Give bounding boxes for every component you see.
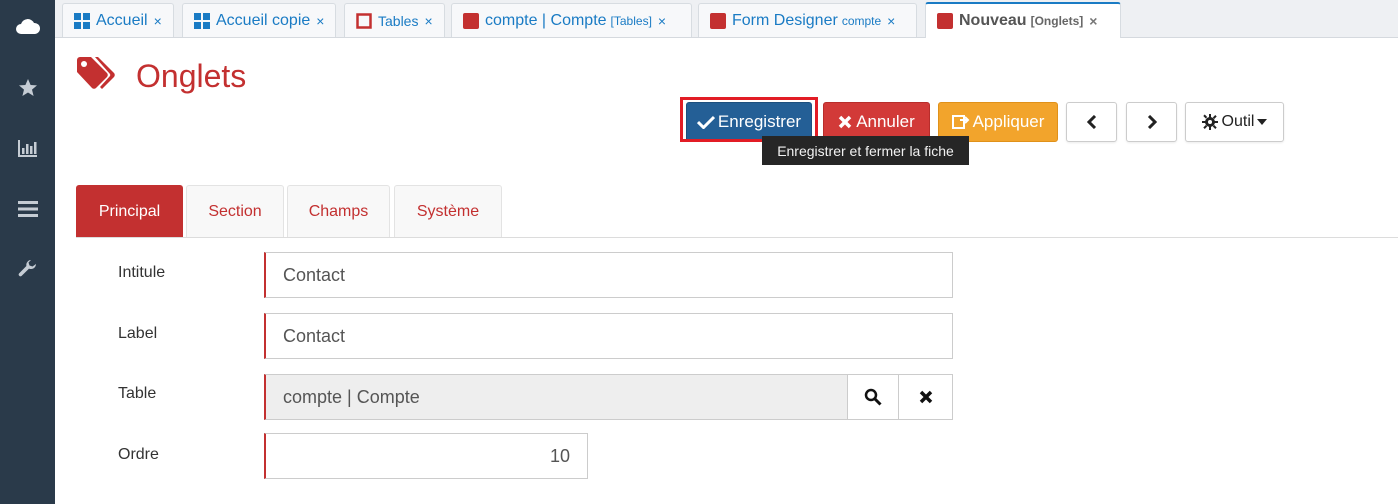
red-square-icon: [710, 12, 726, 29]
tabs-divider: [76, 237, 1398, 238]
tab-accueil-copie[interactable]: Accueil copie ×: [182, 3, 336, 37]
close-icon[interactable]: ×: [424, 13, 432, 29]
star-icon[interactable]: [8, 70, 48, 106]
tab-sublabel: [Tables]: [610, 13, 652, 28]
tab-accueil[interactable]: Accueil ×: [62, 3, 174, 37]
close-icon: [838, 115, 852, 129]
search-icon: [864, 388, 882, 406]
tab-nouveau[interactable]: Nouveau [Onglets] ×: [925, 2, 1121, 38]
cloud-icon[interactable]: [8, 8, 48, 44]
tab-systeme[interactable]: Système: [394, 185, 502, 238]
windows-grid-icon: [194, 12, 210, 29]
red-square-icon: [463, 12, 479, 29]
tool-button-label: Outil: [1221, 113, 1255, 130]
tab-sublabel: [Onglets]: [1030, 14, 1084, 28]
tool-dropdown-button[interactable]: Outil: [1185, 102, 1284, 142]
intitule-label: Intitule: [118, 264, 166, 281]
tab-label: Form Designer: [732, 11, 838, 29]
close-icon: [919, 390, 932, 404]
sidebar: [0, 0, 55, 504]
checkmark-icon: [696, 115, 715, 129]
close-icon[interactable]: ×: [1089, 13, 1097, 29]
table-field[interactable]: compte | Compte: [264, 374, 848, 420]
close-icon[interactable]: ×: [316, 13, 324, 29]
tab-label: Accueil copie: [216, 11, 311, 29]
previous-button[interactable]: [1066, 102, 1117, 142]
caret-down-icon: [1257, 119, 1268, 125]
ordre-label: Ordre: [118, 446, 159, 463]
label-label: Label: [118, 325, 158, 342]
wrench-icon[interactable]: [8, 251, 48, 287]
tab-label: Nouveau: [959, 12, 1027, 29]
table-search-button[interactable]: [847, 374, 899, 420]
intitule-field[interactable]: Contact: [264, 252, 953, 298]
red-square-icon: [937, 13, 953, 29]
menu-icon[interactable]: [8, 191, 48, 227]
chevron-right-icon: [1147, 115, 1157, 129]
close-icon[interactable]: ×: [154, 13, 162, 29]
bar-chart-icon[interactable]: [8, 130, 48, 166]
tab-principal[interactable]: Principal: [76, 185, 183, 238]
chevron-left-icon: [1086, 115, 1096, 129]
save-tooltip: Enregistrer et fermer la fiche: [762, 136, 969, 165]
apply-edit-icon: [951, 115, 969, 129]
gear-icon: [1201, 114, 1218, 130]
apply-button-label: Appliquer: [972, 112, 1045, 131]
save-button-label: Enregistrer: [717, 112, 802, 131]
close-icon[interactable]: ×: [887, 13, 895, 29]
windows-grid-icon: [74, 12, 90, 29]
table-clear-button[interactable]: [898, 374, 953, 420]
table-label: Table: [118, 385, 157, 402]
next-button[interactable]: [1126, 102, 1177, 142]
tab-section[interactable]: Section: [186, 185, 284, 238]
page-title: Onglets: [136, 58, 247, 94]
square-outline-icon: [356, 12, 372, 29]
tab-label: Accueil: [96, 11, 148, 29]
tab-label: Tables: [378, 12, 419, 29]
tab-label: compte | Compte: [485, 11, 607, 29]
tab-form-designer[interactable]: Form Designer compte ×: [698, 3, 917, 37]
tab-sublabel: compte: [841, 13, 882, 28]
cancel-button-label: Annuler: [856, 112, 915, 131]
tab-champs[interactable]: Champs: [287, 185, 390, 238]
tab-tables[interactable]: Tables ×: [344, 3, 445, 37]
label-field[interactable]: Contact: [264, 313, 953, 359]
tags-icon: [75, 56, 119, 99]
ordre-field[interactable]: 10: [264, 433, 588, 479]
close-icon[interactable]: ×: [658, 13, 666, 29]
tab-compte[interactable]: compte | Compte [Tables] ×: [451, 3, 692, 37]
